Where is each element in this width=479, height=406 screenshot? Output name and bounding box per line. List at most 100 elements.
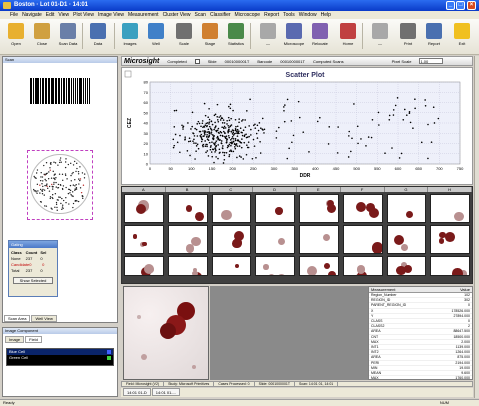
toolbar-button[interactable]: Home <box>336 21 360 53</box>
toolbar-button[interactable]: Close <box>30 21 54 53</box>
cell-thumbnail[interactable] <box>299 194 339 223</box>
toolbar-button[interactable]: Report <box>422 21 446 53</box>
column-measurement[interactable]: Measurement <box>369 287 446 292</box>
selected-cell-image[interactable] <box>123 286 209 380</box>
menu-item[interactable]: Microscope <box>235 12 261 18</box>
well-map[interactable] <box>30 154 90 214</box>
cell-thumbnail[interactable] <box>255 256 295 276</box>
cell-thumbnail[interactable] <box>430 256 470 276</box>
completed-checkbox[interactable] <box>194 58 200 64</box>
well-dot <box>42 188 44 191</box>
tab-well-view[interactable]: Well View <box>31 315 57 322</box>
scatter-point <box>186 150 189 152</box>
toolbar-button[interactable]: Scan Data <box>56 21 80 53</box>
scatter-point <box>370 136 373 139</box>
cell-thumbnail[interactable] <box>430 225 470 254</box>
tab-image[interactable]: Image <box>5 336 25 343</box>
cell-thumbnail[interactable] <box>124 194 164 223</box>
gallery-column-header[interactable]: B <box>165 187 210 192</box>
gallery-column-header[interactable]: G <box>384 187 429 192</box>
toolbar-button[interactable]: Statistics <box>224 21 248 53</box>
cell-thumbnail[interactable] <box>299 256 339 276</box>
gallery-column-header[interactable]: H <box>428 187 472 192</box>
minimize-button[interactable]: _ <box>446 1 455 10</box>
toolbar-button[interactable]: Exit <box>450 21 474 53</box>
menu-item[interactable]: Edit <box>46 12 55 18</box>
scatter-point <box>412 127 414 130</box>
tab-field[interactable]: Field <box>25 336 42 343</box>
menu-item[interactable]: Scan <box>195 12 206 18</box>
toolbar-button[interactable]: Stage <box>198 21 222 53</box>
toolbar-button[interactable]: Data <box>86 21 110 53</box>
list-item[interactable]: Green Cell <box>7 355 113 361</box>
document-tab[interactable]: 14:01 01-D <box>123 388 151 396</box>
menu-item[interactable]: Report <box>264 12 279 18</box>
cell-thumbnail[interactable] <box>124 225 164 254</box>
toolbar-button[interactable]: Well <box>144 21 168 53</box>
column-value[interactable]: Value <box>446 287 472 292</box>
menu-item[interactable]: File <box>10 12 18 18</box>
pixel-scale-input[interactable] <box>419 58 444 64</box>
gallery-column-header[interactable]: D <box>253 187 297 192</box>
scatter-plot[interactable]: 010203040506070800 50 100 150 200 250 300 350 40… <box>122 68 472 184</box>
scatter-point <box>236 125 239 128</box>
cell-thumbnail[interactable] <box>255 225 295 254</box>
toolbar-button[interactable]: — <box>256 21 280 53</box>
toolbar-button[interactable]: Relocate <box>308 21 332 53</box>
cell-thumbnail[interactable] <box>167 194 208 223</box>
cell-thumbnail[interactable] <box>386 225 427 254</box>
cell-thumbnail[interactable] <box>167 225 208 254</box>
toolbar-button[interactable]: Open <box>4 21 28 53</box>
menu-item[interactable]: Plot View <box>73 12 94 18</box>
menu-item[interactable]: View <box>58 12 69 18</box>
cell-thumbnail[interactable] <box>211 256 252 276</box>
menu-item[interactable]: Window <box>299 12 317 18</box>
menu-item[interactable]: Measurement <box>128 12 159 18</box>
toolbar-button[interactable]: Print <box>396 21 420 53</box>
menu-item[interactable]: Help <box>321 12 331 18</box>
close-button[interactable]: × <box>467 1 476 10</box>
cell-thumbnail[interactable] <box>386 194 427 223</box>
cell-thumbnail[interactable] <box>211 225 252 254</box>
cell-thumbnail[interactable] <box>342 225 383 254</box>
cell-thumbnail[interactable] <box>255 194 295 223</box>
cell-thumbnail[interactable] <box>167 256 208 276</box>
cell-thumbnail[interactable] <box>342 256 383 276</box>
cell-thumbnail[interactable] <box>211 194 252 223</box>
show-selected-button[interactable]: Show Selected <box>13 277 53 284</box>
scatter-point <box>245 133 247 136</box>
gallery-column-header[interactable]: E <box>297 187 341 192</box>
well-dot <box>74 188 76 190</box>
toolbar-button-label: Relocate <box>312 41 328 46</box>
gallery-column-header[interactable]: F <box>340 187 385 192</box>
toolbar-button[interactable]: — <box>368 21 392 53</box>
menu-item[interactable]: Classifier <box>210 12 231 18</box>
menu-item[interactable]: Navigate <box>22 12 42 18</box>
scatter-point <box>211 134 214 136</box>
window-title: Boston · Lot 01-D1 · 14:01 <box>14 2 89 8</box>
menu-item[interactable]: Tools <box>283 12 295 18</box>
document-tab[interactable]: 14:01 01-... <box>151 388 181 396</box>
gallery-column-header[interactable]: C <box>209 187 254 192</box>
scatter-point <box>316 120 319 123</box>
well-dot <box>62 179 64 182</box>
menu-item[interactable]: Cluster View <box>163 12 191 18</box>
toolbar-button[interactable]: Microscope <box>282 21 306 53</box>
tab-scan-area[interactable]: Scan Area <box>4 315 31 322</box>
cell-thumbnail[interactable] <box>386 256 427 276</box>
toolbar-button[interactable]: Images <box>118 21 142 53</box>
cell-thumbnail[interactable] <box>342 194 383 223</box>
cell-thumbnail[interactable] <box>430 194 470 223</box>
scatter-point <box>219 130 222 133</box>
scatter-point <box>220 117 223 119</box>
gallery-column-header[interactable]: A <box>122 187 166 192</box>
cell-thumbnail[interactable] <box>299 225 339 254</box>
toolbar-button[interactable]: Scale <box>172 21 196 53</box>
component-list[interactable]: Blue Cell Green Cell <box>6 348 114 366</box>
cell-thumbnail[interactable] <box>124 256 164 276</box>
menu-item[interactable]: Image View <box>98 12 124 18</box>
maximize-button[interactable]: □ <box>456 1 465 10</box>
folder-open-icon <box>8 23 24 39</box>
scatter-point <box>247 146 250 149</box>
table-row[interactable]: MAX 1760.000 <box>369 376 472 379</box>
